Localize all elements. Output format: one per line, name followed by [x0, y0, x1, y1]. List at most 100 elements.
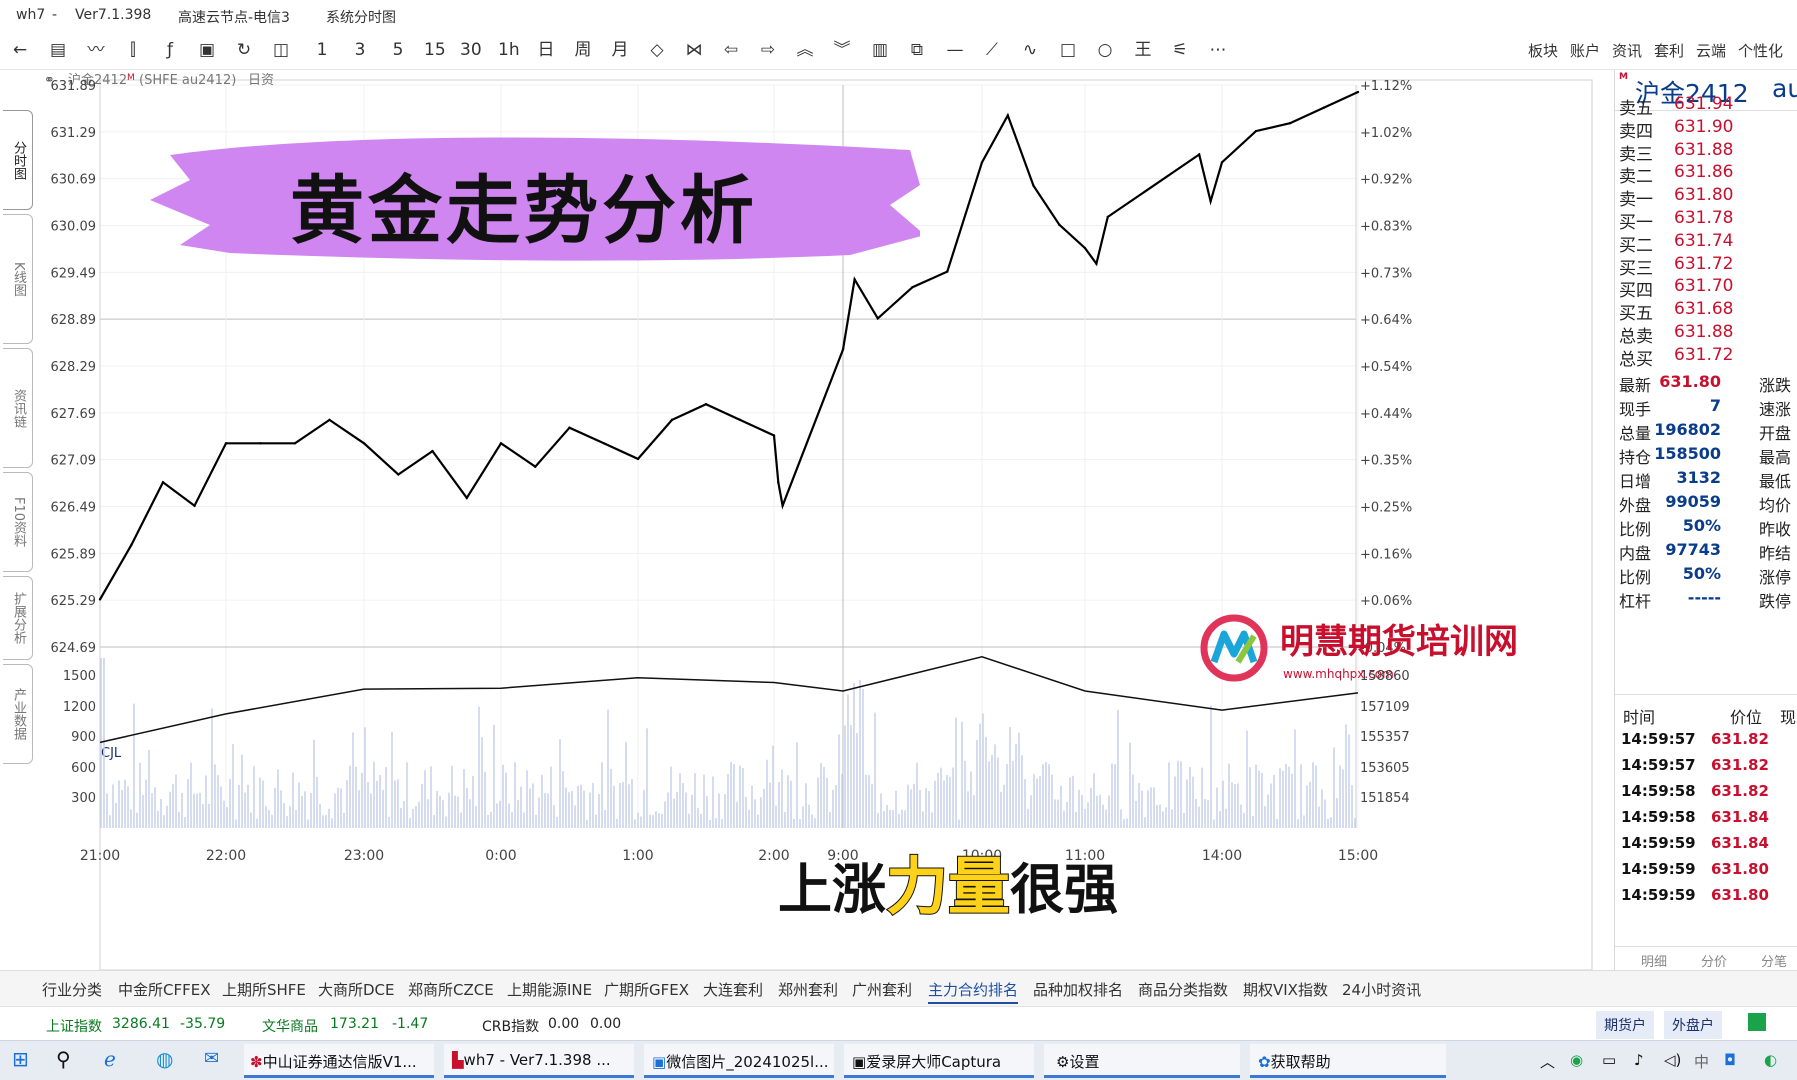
wave-icon[interactable]: ∿	[1020, 38, 1040, 62]
tab-industry-data[interactable]: 产业数据	[3, 664, 33, 764]
mode-label[interactable]: 日资	[248, 73, 274, 88]
tab-news-chain[interactable]: 资讯链	[3, 348, 33, 468]
index-crb-name[interactable]: CRB指数	[482, 1016, 539, 1036]
chart-window-icon[interactable]: ◫	[271, 38, 291, 62]
pct-tick-label: +0.83%	[1360, 220, 1412, 235]
menu-arbitrage[interactable]: 套利	[1654, 40, 1684, 61]
tray-search-icon[interactable]: ◘	[1724, 1051, 1736, 1069]
period-month[interactable]: 月	[610, 38, 630, 62]
exchange-tab[interactable]: 广期所GFEX	[604, 979, 689, 1000]
exchange-tab[interactable]: 商品分类指数	[1138, 979, 1228, 1000]
metric-value: 158500	[1654, 444, 1721, 463]
oi-tick-label: 151854	[1360, 791, 1410, 806]
server-node[interactable]: 高速云节点-电信3	[178, 7, 290, 27]
rectangle-icon[interactable]: □	[1058, 38, 1078, 62]
tab-ticks[interactable]: 分笔	[1761, 951, 1787, 970]
tab-intraday[interactable]: 分时图	[3, 110, 33, 210]
futures-account-button[interactable]: 期货户	[1596, 1011, 1654, 1039]
tray-network-icon[interactable]: ▭	[1602, 1051, 1616, 1069]
exchange-tab[interactable]: 主力合约排名	[928, 979, 1019, 1004]
metric-row: 总量 196802 开盘	[1619, 420, 1797, 447]
index-wh-name[interactable]: 文华商品	[262, 1016, 318, 1036]
period-30[interactable]: 30	[460, 38, 482, 62]
watermark-url: www.mhqhpx.com	[1283, 667, 1394, 681]
refresh-icon[interactable]: ↻	[234, 38, 254, 62]
ie-icon[interactable]: ℯ	[104, 1047, 116, 1071]
foreign-account-button[interactable]: 外盘户	[1664, 1011, 1722, 1039]
exchange-tab[interactable]: 大连套利	[703, 979, 763, 1000]
menu-personalize[interactable]: 个性化	[1738, 40, 1783, 61]
list-icon[interactable]: ▤	[48, 38, 68, 62]
tab-kline[interactable]: K线图	[3, 214, 33, 344]
period-5[interactable]: 5	[388, 38, 408, 62]
save-icon[interactable]: ▣	[197, 38, 217, 62]
menu-cloud[interactable]: 云端	[1696, 40, 1726, 61]
period-week[interactable]: 周	[573, 38, 593, 62]
period-1h[interactable]: 1h	[498, 38, 520, 62]
tray-wechat-icon[interactable]: ◐	[1764, 1051, 1777, 1069]
windows-start-icon[interactable]: ⊞	[12, 1047, 29, 1071]
exchange-tab[interactable]: 广州套利	[852, 979, 912, 1000]
tab-detail[interactable]: 明细	[1641, 951, 1667, 970]
formula-icon[interactable]: ƒ	[160, 38, 180, 62]
metric-label: 外盘	[1619, 496, 1652, 515]
price-point	[259, 442, 262, 445]
banner-text: 黄金走势分析	[290, 168, 758, 254]
exchange-tab[interactable]: 中金所CFFEX	[118, 979, 210, 1000]
exchange-tab[interactable]: 行业分类	[42, 979, 102, 1000]
volume-tick-label: 1200	[63, 700, 96, 715]
multi-window-icon[interactable]: ⧉	[907, 38, 927, 62]
exchange-tab[interactable]: 24小时资讯	[1342, 979, 1421, 1000]
metric-label-2: 均价	[1759, 496, 1792, 515]
menu-account[interactable]: 账户	[1570, 40, 1600, 61]
zoom-out-icon[interactable]: ︾	[832, 38, 852, 62]
exchange-tab[interactable]: 郑商所CZCE	[408, 979, 494, 1000]
price-point	[980, 161, 984, 164]
period-1[interactable]: 1	[312, 38, 332, 62]
left-arrow-icon[interactable]: ⇦	[721, 38, 741, 62]
exchange-tab[interactable]: 郑州套利	[778, 979, 838, 1000]
trendline-icon[interactable]: ⟋	[982, 38, 1002, 62]
hline-icon[interactable]: —	[945, 38, 965, 62]
tab-price-dist[interactable]: 分价	[1701, 951, 1727, 970]
menu-sector[interactable]: 板块	[1528, 40, 1558, 61]
search-icon[interactable]: ⚲	[56, 1047, 71, 1071]
ellipse-icon[interactable]: ○	[1095, 38, 1115, 62]
diamond-icon[interactable]: ◇	[647, 38, 667, 62]
bowtie-icon[interactable]: ⋈	[684, 38, 704, 62]
exchange-tab[interactable]: 大商所DCE	[318, 979, 395, 1000]
tray-app-icon[interactable]: ◉	[1570, 1051, 1583, 1069]
exchange-tab[interactable]: 上期所SHFE	[222, 979, 306, 1000]
metric-label-2: 涨停	[1759, 568, 1792, 587]
right-arrow-icon[interactable]: ⇨	[758, 38, 778, 62]
back-icon[interactable]: ←	[10, 38, 30, 62]
tray-volume-icon[interactable]: ◁)	[1664, 1051, 1681, 1069]
candlestick-icon[interactable]: ⫿	[123, 38, 143, 62]
price-point	[130, 543, 133, 546]
period-3[interactable]: 3	[350, 38, 370, 62]
layout-icon[interactable]: ▥	[870, 38, 890, 62]
exchange-tab[interactable]: 品种加权排名	[1033, 979, 1123, 1000]
period-day[interactable]: 日	[536, 38, 556, 62]
mail-icon[interactable]: ✉	[204, 1048, 219, 1069]
metric-row: 比例 50% 涨停	[1619, 564, 1797, 591]
menu-news[interactable]: 资讯	[1612, 40, 1642, 61]
tab-extended-analysis[interactable]: 扩展分析	[3, 576, 33, 660]
zoom-in-icon[interactable]: ︽	[795, 38, 815, 62]
tray-ime-icon[interactable]: 中	[1694, 1051, 1709, 1072]
pct-tick-label: +1.02%	[1360, 126, 1412, 141]
price-point	[1209, 200, 1212, 203]
line-chart-icon[interactable]: 〰	[86, 38, 106, 62]
fibonacci-icon[interactable]: 王	[1133, 38, 1153, 62]
edge-icon[interactable]: ◍	[156, 1047, 173, 1071]
more-icon[interactable]: ⋯	[1208, 38, 1228, 62]
tab-f10[interactable]: F10资料	[3, 472, 33, 572]
settings-icon[interactable]: ⚟	[1170, 38, 1190, 62]
pct-tick-label: +0.16%	[1360, 547, 1412, 562]
index-sh-name[interactable]: 上证指数	[46, 1016, 102, 1036]
period-15[interactable]: 15	[424, 38, 446, 62]
tray-mic-icon[interactable]: ♪	[1634, 1051, 1644, 1069]
tray-chevron-icon[interactable]: ︿	[1540, 1051, 1555, 1072]
exchange-tab[interactable]: 上期能源INE	[507, 979, 592, 1000]
exchange-tab[interactable]: 期权VIX指数	[1243, 979, 1328, 1000]
